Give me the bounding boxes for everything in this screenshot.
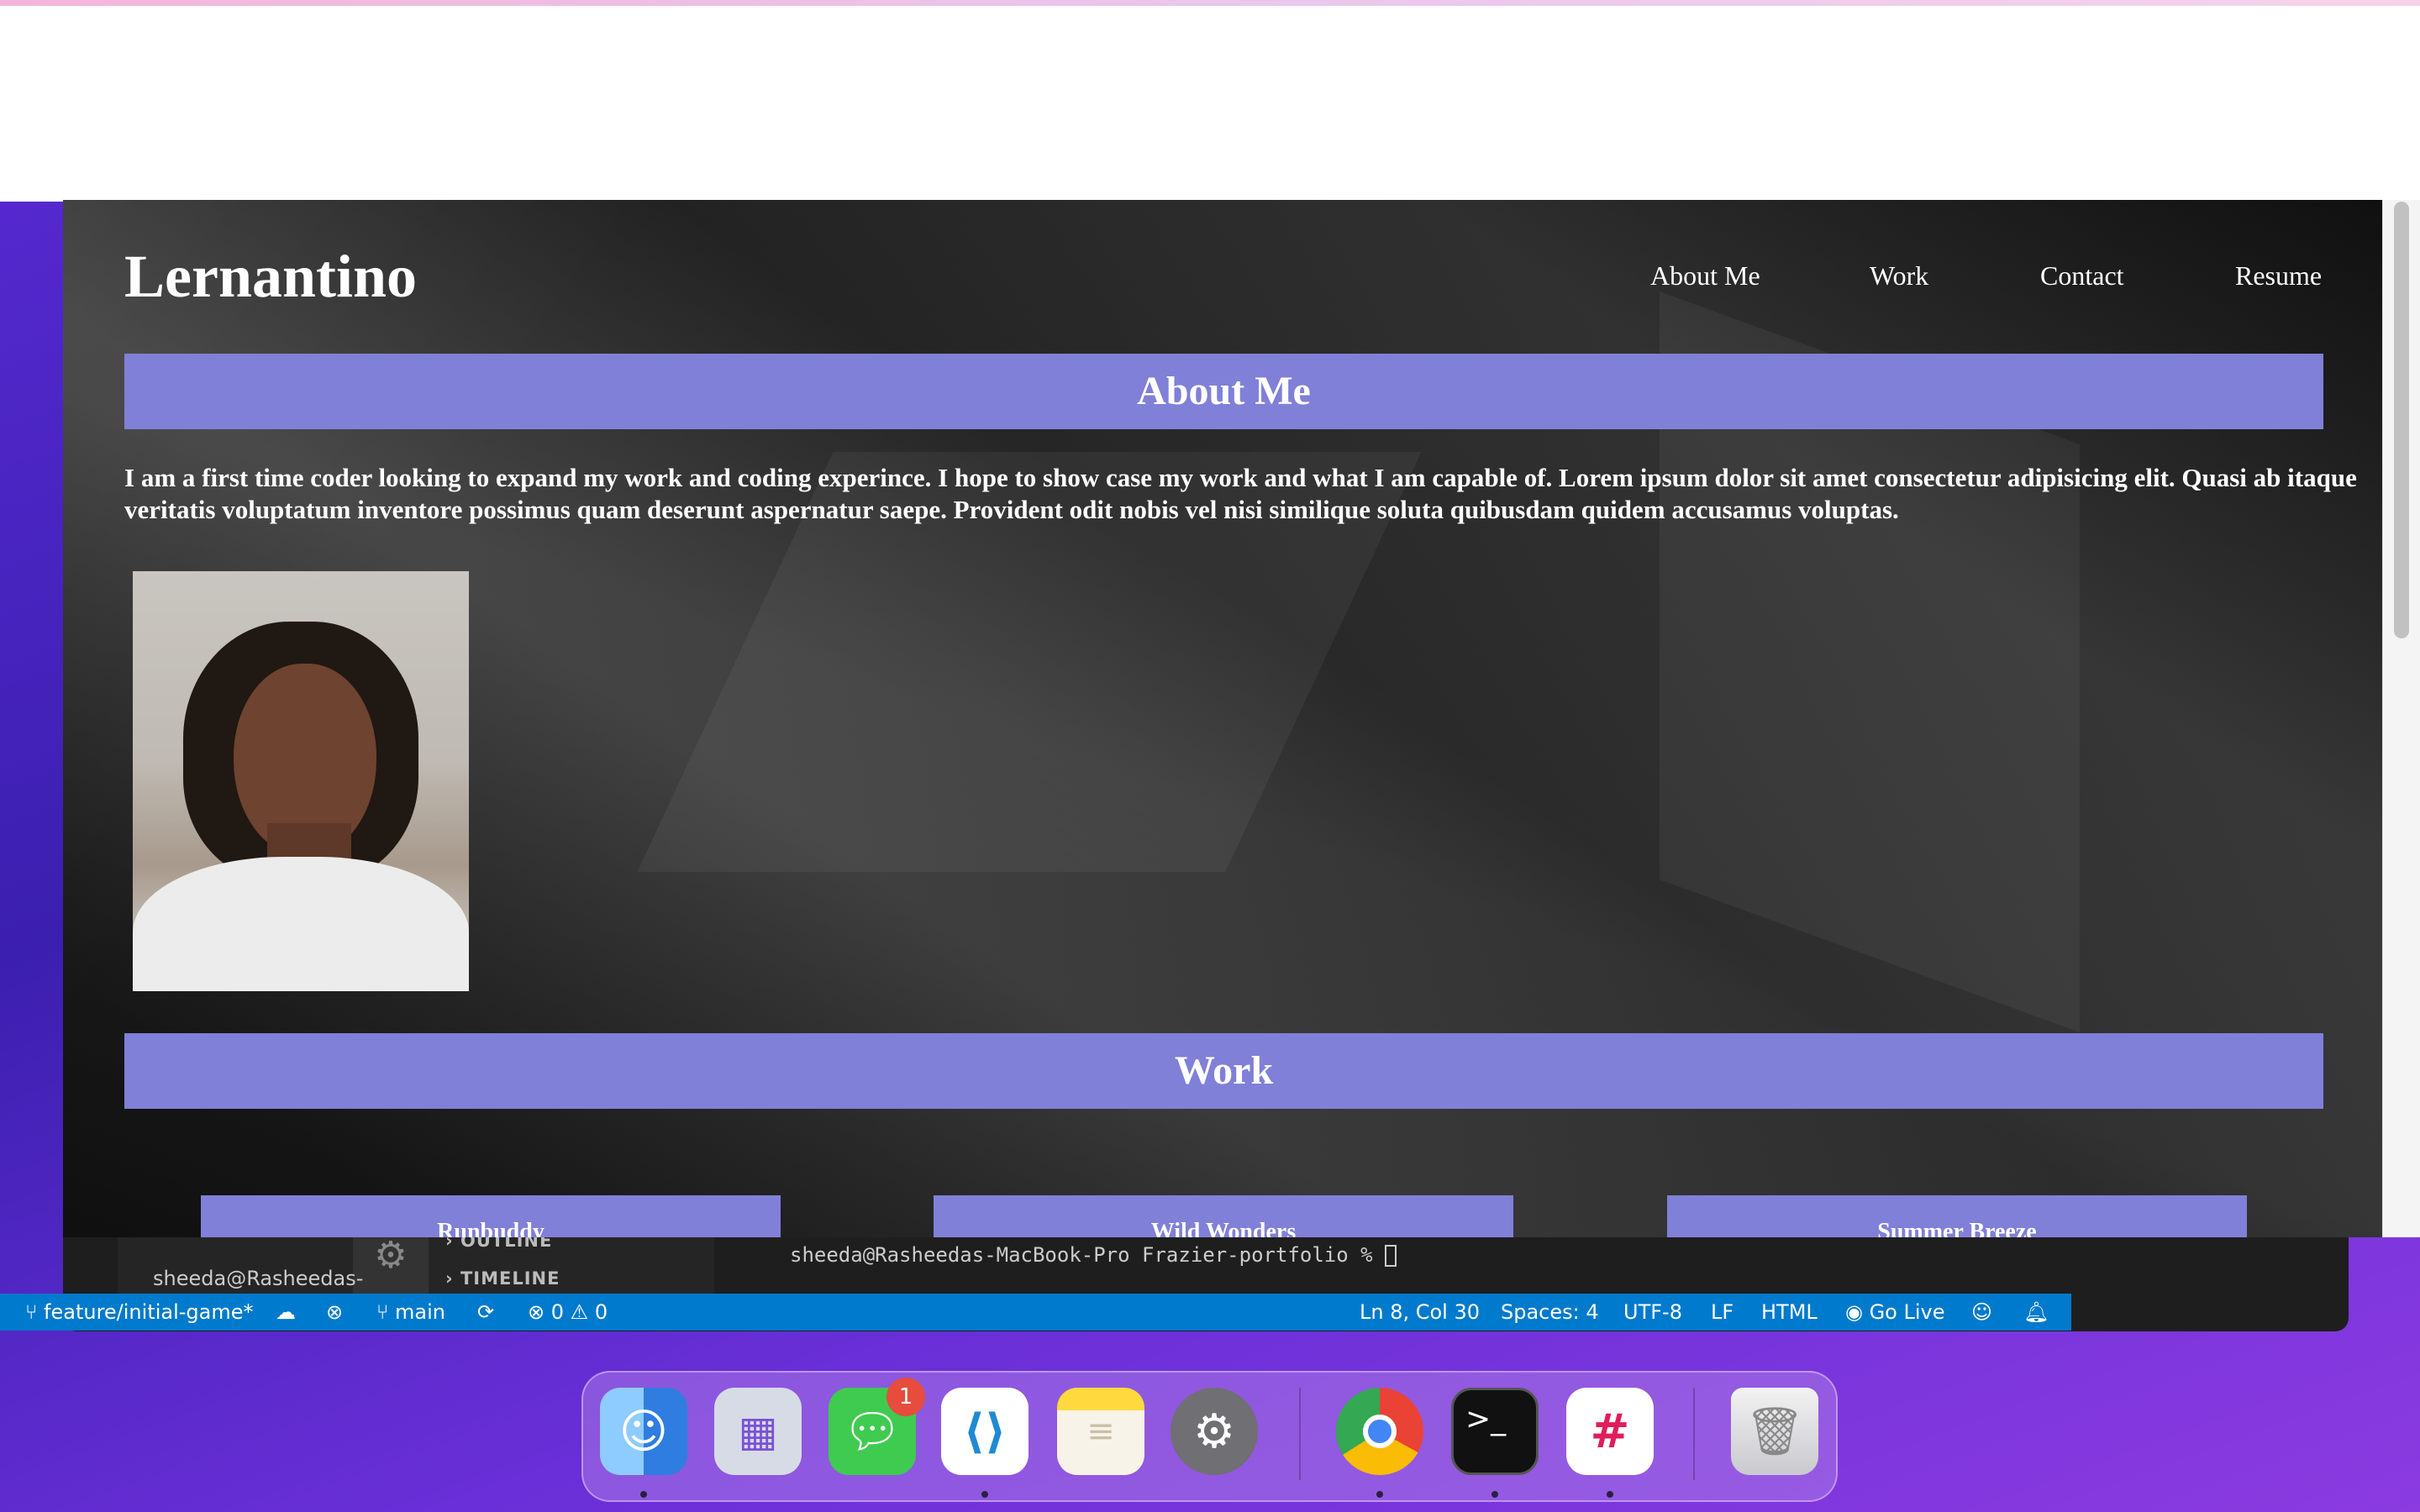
- terminal-cursor: [1385, 1245, 1397, 1267]
- finder-icon[interactable]: ☺: [600, 1388, 687, 1475]
- work-card-runbuddy[interactable]: Runbuddy: [201, 1195, 781, 1237]
- dock-separator: [1693, 1388, 1695, 1480]
- go-live-button[interactable]: ◉ Go Live: [1845, 1294, 1945, 1331]
- photo-shirt: [133, 857, 469, 991]
- timeline-section[interactable]: › TIMELINE: [445, 1268, 560, 1289]
- main-branch-status[interactable]: ⑂ main: [376, 1294, 445, 1331]
- chrome-running-dot: [1376, 1491, 1383, 1498]
- browser-top-area: [0, 0, 2420, 202]
- indentation-status[interactable]: Spaces: 4: [1501, 1294, 1599, 1331]
- chrome-icon[interactable]: [1336, 1388, 1423, 1475]
- messages-badge: 1: [886, 1378, 925, 1416]
- terminal-icon[interactable]: >_: [1451, 1388, 1539, 1475]
- trash-icon[interactable]: 🗑︎: [1731, 1388, 1818, 1475]
- slack-running-dot: [1607, 1491, 1613, 1498]
- errors-count: 0: [550, 1300, 565, 1324]
- sync-icon[interactable]: ⟳: [477, 1294, 494, 1331]
- finder-running-dot: [640, 1491, 647, 1498]
- warnings-count: 0: [594, 1300, 608, 1324]
- go-live-label: Go Live: [1869, 1300, 1945, 1324]
- gear-icon[interactable]: ⚙: [370, 1235, 412, 1277]
- sync-cloud-icon[interactable]: ☁: [276, 1294, 296, 1331]
- portfolio-page: Lernantino About Me Work Contact Resume …: [63, 200, 2382, 1237]
- bell-icon[interactable]: 🔔︎: [2023, 1294, 2049, 1331]
- nav-contact[interactable]: Contact: [2040, 260, 2124, 291]
- terminal-output[interactable]: sheeda@Rasheedas-MacBook-Pro Frazier-por…: [790, 1243, 1397, 1267]
- dock-separator: [1299, 1388, 1301, 1480]
- branch-status[interactable]: ⑂ feature/initial-game*: [25, 1294, 254, 1331]
- vscode-status-bar: ⑂ feature/initial-game* ☁ ⊗ ⑂ main ⟳ ⊗ 0…: [0, 1294, 2071, 1331]
- launchpad-icon[interactable]: ▦: [714, 1388, 802, 1475]
- vscode-icon[interactable]: ⟨⟩: [941, 1388, 1028, 1475]
- timeline-label: TIMELINE: [460, 1268, 560, 1289]
- terminal-user-prompt: sheeda@Rasheedas-: [153, 1267, 364, 1290]
- system-preferences-icon[interactable]: ⚙: [1171, 1388, 1258, 1475]
- feedback-icon[interactable]: ☺: [1971, 1294, 1992, 1331]
- main-branch-label: main: [395, 1300, 445, 1324]
- error-circle-icon[interactable]: ⊗: [326, 1294, 343, 1331]
- work-card-wild-wonders[interactable]: Wild Wonders: [934, 1195, 1513, 1237]
- page-load-progress: [0, 0, 2420, 6]
- nav-work[interactable]: Work: [1870, 260, 1928, 291]
- eol-status[interactable]: LF: [1711, 1294, 1733, 1331]
- about-me-heading: About Me: [124, 354, 2323, 429]
- nav-about-me[interactable]: About Me: [1650, 260, 1760, 291]
- profile-photo: [133, 571, 469, 991]
- branch-left-label: feature/initial-game*: [44, 1300, 254, 1324]
- language-mode[interactable]: HTML: [1761, 1294, 1818, 1331]
- slack-icon[interactable]: #: [1566, 1388, 1654, 1475]
- cursor-position[interactable]: Ln 8, Col 30: [1360, 1294, 1480, 1331]
- page-scrollbar[interactable]: [2382, 200, 2420, 1237]
- problems-status[interactable]: ⊗ 0 ⚠ 0: [528, 1294, 608, 1331]
- site-brand[interactable]: Lernantino: [124, 242, 417, 312]
- encoding-status[interactable]: UTF-8: [1623, 1294, 1682, 1331]
- about-me-text: I am a first time coder looking to expan…: [124, 463, 2357, 524]
- terminal-line: sheeda@Rasheedas-MacBook-Pro Frazier-por…: [790, 1243, 1386, 1267]
- work-heading: Work: [124, 1033, 2323, 1109]
- scrollbar-thumb[interactable]: [2394, 202, 2409, 638]
- vscode-running-dot: [981, 1491, 988, 1498]
- work-card-summer-breeze[interactable]: Summer Breeze: [1667, 1195, 2247, 1237]
- nav-resume[interactable]: Resume: [2235, 260, 2322, 291]
- terminal-running-dot: [1491, 1491, 1498, 1498]
- notes-icon[interactable]: ≡: [1057, 1388, 1144, 1475]
